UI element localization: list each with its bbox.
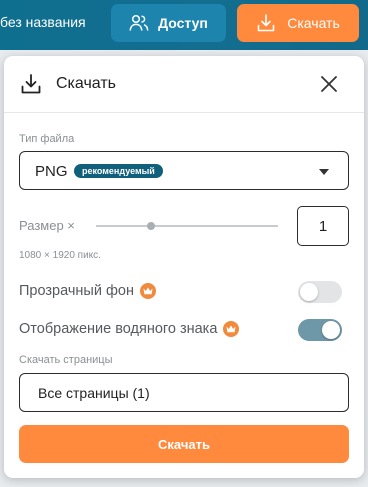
file-type-label: Тип файла [19,133,75,145]
transparent-bg-toggle[interactable] [298,281,342,303]
toggle-knob [322,321,340,339]
recommended-badge: рекомендуемый [74,164,163,178]
document-title[interactable]: без названия [0,14,86,30]
size-slider-thumb[interactable] [146,222,155,230]
access-button[interactable]: Доступ [111,4,226,42]
top-bar: без названия Доступ Скачать [0,0,368,50]
download-icon [257,14,275,32]
watermark-option: Отображение водяного знака [19,321,240,337]
download-top-button-label: Скачать [287,15,340,31]
pages-value: Все страницы (1) [38,385,150,401]
transparent-bg-option: Прозрачный фон [19,283,156,299]
crown-icon [139,283,156,299]
file-type-value: PNG [35,163,68,180]
download-panel: Скачать Тип файла PNG рекомендуемый Разм… [4,56,364,478]
download-top-button[interactable]: Скачать [237,4,359,42]
pages-select[interactable]: Все страницы (1) [19,373,349,412]
access-button-label: Доступ [158,15,208,31]
pages-label: Скачать страницы [19,354,113,366]
size-label: Размер × [19,218,75,233]
transparent-bg-label: Прозрачный фон [19,283,134,299]
crown-icon [223,321,240,337]
users-icon [129,14,149,31]
download-icon [21,74,41,94]
panel-header: Скачать [4,56,364,113]
watermark-toggle[interactable] [298,319,342,341]
download-button[interactable]: Скачать [19,425,349,463]
toggle-knob [300,283,318,301]
caret-down-icon [319,169,329,175]
size-input[interactable]: 1 [297,206,349,246]
dimensions-text: 1080 × 1920 пикс. [19,250,101,261]
watermark-label: Отображение водяного знака [19,321,218,337]
file-type-select[interactable]: PNG рекомендуемый [19,151,349,190]
size-slider[interactable] [96,222,278,230]
panel-title: Скачать [56,75,116,92]
close-icon[interactable] [320,75,338,93]
